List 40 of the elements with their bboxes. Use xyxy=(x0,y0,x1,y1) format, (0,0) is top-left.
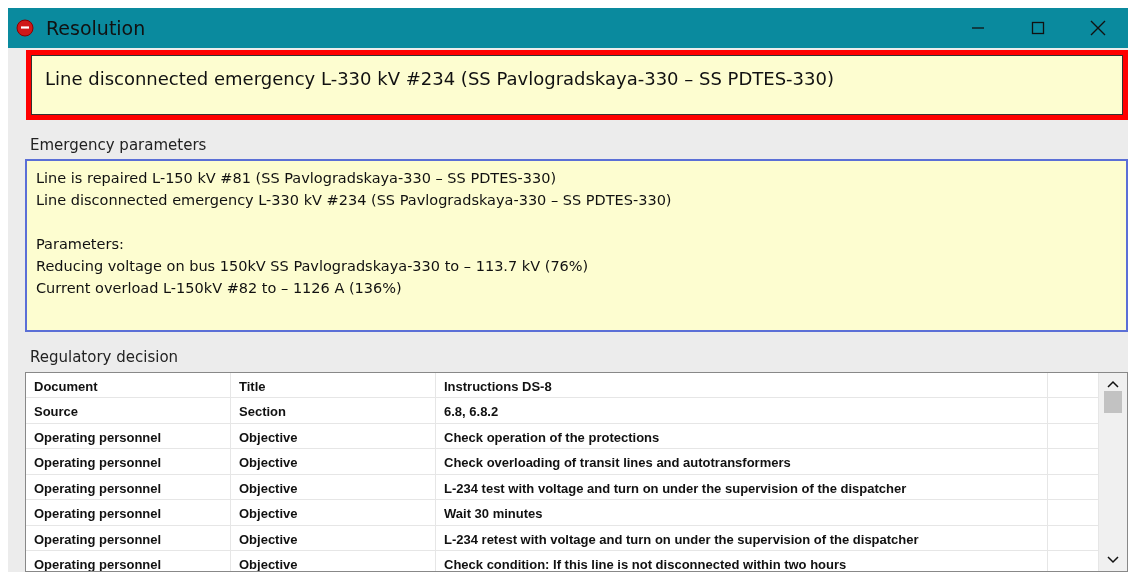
table-cell: Instructions DS-8 xyxy=(436,372,1048,398)
table-cell: Check overloading of transit lines and autotransformers xyxy=(436,449,1048,475)
table-cell: Check condition: If this line is not disconnected within two hours xyxy=(436,551,1048,571)
parameter-line: Parameters: xyxy=(36,235,125,254)
close-icon xyxy=(1090,20,1106,36)
parameter-line: Reducing voltage on bus 150kV SS Pavlogradskaya-330 to – 113.7 kV (76%) xyxy=(36,257,590,276)
maximize-icon xyxy=(1031,21,1045,35)
table-cell: Objective xyxy=(231,423,436,449)
scroll-thumb[interactable] xyxy=(1104,390,1122,413)
parameter-line: Current overload L-150kV #82 to – 1126 A (136%) xyxy=(36,279,403,298)
parameter-line: Line disconnected emergency L-330 kV #234 (SS Pavlogradskaya-330 – SS PDTES-330) xyxy=(36,191,673,210)
table-cell: Objective xyxy=(231,525,436,551)
section-label: Emergency parameters xyxy=(30,134,208,156)
alert-message: Line disconnected emergency L-330 kV #234 (SS Pavlogradskaya-330 – SS PDTES-330) xyxy=(26,50,1128,120)
section-label: Regulatory decision xyxy=(30,347,180,368)
table-cell: Objective xyxy=(231,449,436,475)
table-cell: Operating personnel xyxy=(26,449,231,475)
scrollbar[interactable] xyxy=(1099,372,1127,571)
window-title: Resolution xyxy=(46,15,147,41)
table-cell: Operating personnel xyxy=(26,525,231,551)
parameter-line: Line is repaired L-150 kV #81 (SS Pavlogradskaya-330 – SS PDTES-330) xyxy=(36,169,558,188)
table-cell: Operating personnel xyxy=(26,423,231,449)
table-cell: Title xyxy=(231,372,436,398)
table-cell: Section xyxy=(231,398,436,424)
app-icon xyxy=(16,19,34,37)
table-cell: Operating personnel xyxy=(26,551,231,571)
table-cell: Objective xyxy=(231,500,436,526)
table-cell: Document xyxy=(26,372,231,398)
scroll-up-icon[interactable] xyxy=(1107,378,1119,389)
table-cell: Objective xyxy=(231,474,436,500)
table-cell: Check operation of the protections xyxy=(436,423,1048,449)
table-cell: 6.8, 6.8.2 xyxy=(436,398,1048,424)
table-cell: Objective xyxy=(231,551,436,571)
table-cell: Operating personnel xyxy=(26,500,231,526)
table-cell: Wait 30 minutes xyxy=(436,500,1048,526)
table-cell: L-234 retest with voltage and turn on under the supervision of the dispatcher xyxy=(436,525,1048,551)
scroll-down-icon[interactable] xyxy=(1107,555,1119,565)
table-cell: Source xyxy=(26,398,231,424)
table-cell: Operating personnel xyxy=(26,474,231,500)
table-cell: L-234 test with voltage and turn on under the supervision of the dispatcher xyxy=(436,474,1048,500)
